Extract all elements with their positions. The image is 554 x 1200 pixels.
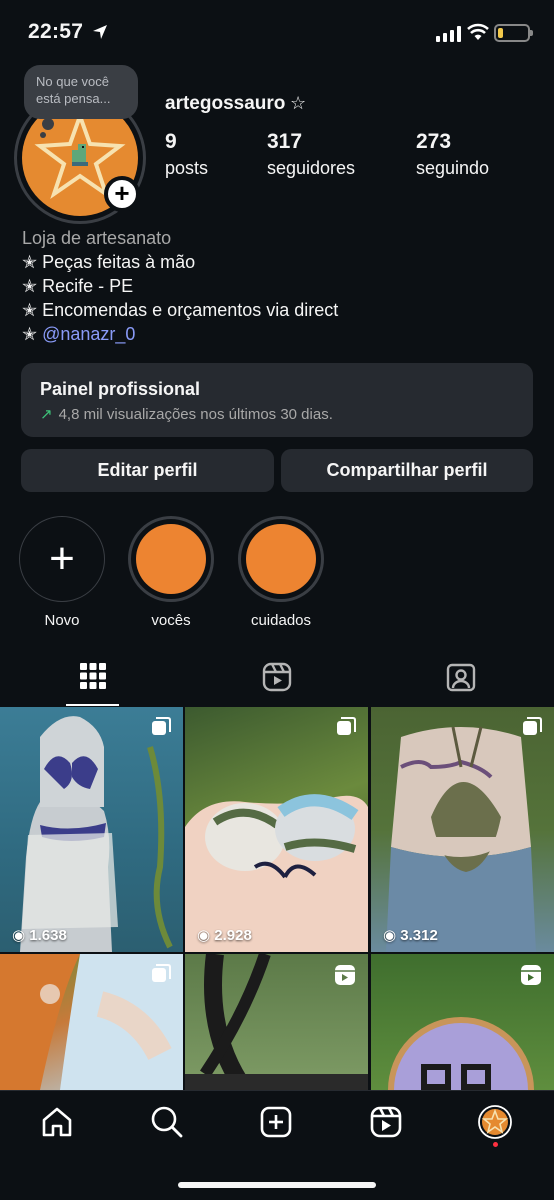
bio-line: ✭ Peças feitas à mão bbox=[22, 250, 338, 274]
bio-line-text: Peças feitas à mão bbox=[42, 252, 196, 272]
post-views-count: 2.928 bbox=[214, 927, 252, 944]
post-views-count: 1.638 bbox=[29, 927, 67, 944]
note-bubble[interactable]: No que você está pensa... bbox=[24, 65, 138, 119]
wifi-icon bbox=[467, 23, 489, 40]
carousel-icon bbox=[337, 717, 356, 735]
grid-post[interactable] bbox=[0, 954, 183, 1090]
home-indicator bbox=[178, 1182, 376, 1188]
stat-posts-label: posts bbox=[165, 158, 209, 178]
highlight-cover bbox=[136, 524, 206, 594]
post-views: ◉ 1.638 bbox=[12, 927, 67, 944]
carousel-icon bbox=[523, 717, 542, 735]
create-post-icon[interactable] bbox=[259, 1105, 293, 1139]
profile-bio: Loja de artesanato ✭ Peças feitas à mão … bbox=[22, 226, 338, 346]
profile-tabs bbox=[0, 650, 554, 706]
cellular-signal-icon bbox=[436, 26, 461, 42]
post-views: ◉ 3.312 bbox=[383, 927, 438, 944]
edit-profile-button[interactable]: Editar perfil bbox=[21, 449, 274, 492]
reels-nav-icon[interactable] bbox=[369, 1105, 403, 1139]
highlight-new[interactable]: + Novo bbox=[19, 516, 105, 629]
trend-up-arrow-icon: ↗ bbox=[40, 406, 53, 423]
grid-post[interactable] bbox=[371, 954, 554, 1090]
highlight-label: vocês bbox=[151, 612, 191, 629]
note-text: No que você está pensa... bbox=[36, 74, 111, 106]
grid-post[interactable]: ◉ 1.638 bbox=[0, 707, 183, 952]
battery-icon bbox=[494, 24, 533, 42]
post-thumbnail-crochet-booties-icon bbox=[185, 794, 368, 952]
grid-post[interactable] bbox=[185, 954, 368, 1090]
note-bubble-tail bbox=[42, 118, 54, 130]
highlight-label: cuidados bbox=[250, 612, 312, 629]
stat-followers[interactable]: 317 seguidores bbox=[267, 130, 355, 179]
bio-line-text: Encomendas e orçamentos via direct bbox=[42, 300, 339, 320]
profile-avatar-icon[interactable] bbox=[478, 1105, 512, 1139]
stat-followers-count: 317 bbox=[267, 130, 303, 153]
highlight-ring bbox=[128, 516, 214, 602]
bio-line: ✭ Encomendas e orçamentos via direct bbox=[22, 298, 338, 322]
post-thumbnail-crochet-bag-icon bbox=[386, 726, 536, 952]
highlight-label: Novo bbox=[44, 612, 80, 629]
dashboard-subtitle: 4,8 mil visualizações nos últimos 30 dia… bbox=[58, 406, 333, 423]
grid-post[interactable]: ◉ 2.928 bbox=[185, 707, 368, 952]
username-star-icon: ☆ bbox=[290, 93, 307, 113]
status-time: 22:57 bbox=[28, 20, 84, 43]
post-thumbnail-crochet-top-icon bbox=[20, 716, 173, 952]
tagged-tab-icon[interactable] bbox=[446, 662, 476, 692]
notification-dot bbox=[493, 1142, 498, 1147]
bio-mention-link[interactable]: @nanazr_0 bbox=[42, 324, 135, 344]
stat-posts[interactable]: 9 posts bbox=[165, 130, 208, 179]
carousel-icon bbox=[152, 964, 171, 982]
reels-tab-icon[interactable] bbox=[262, 662, 292, 692]
carousel-icon bbox=[152, 717, 171, 735]
post-views: ◉ 2.928 bbox=[197, 927, 252, 944]
stat-following-label: seguindo bbox=[416, 158, 490, 178]
highlight-cover bbox=[246, 524, 316, 594]
bio-category: Loja de artesanato bbox=[22, 228, 172, 248]
professional-dashboard-card[interactable]: Painel profissional ↗ 4,8 mil visualizaçõ… bbox=[21, 363, 533, 437]
highlight-voces[interactable]: vocês bbox=[128, 516, 214, 629]
profile-username: artegossauro bbox=[165, 93, 286, 114]
dashboard-title: Painel profissional bbox=[40, 379, 201, 399]
add-story-button[interactable]: + bbox=[104, 176, 140, 212]
bio-bullet-icon: ✭ bbox=[22, 252, 38, 272]
grid-posts-icon[interactable] bbox=[79, 662, 107, 690]
bio-line: ✭ Recife - PE bbox=[22, 274, 338, 298]
active-tab-indicator bbox=[66, 704, 119, 706]
stat-followers-label: seguidores bbox=[267, 158, 356, 178]
bio-bullet-icon: ✭ bbox=[22, 300, 38, 320]
grid-post[interactable]: ◉ 3.312 bbox=[371, 707, 554, 952]
stat-following[interactable]: 273 seguindo bbox=[416, 130, 489, 179]
highlight-cuidados[interactable]: cuidados bbox=[238, 516, 324, 629]
dashboard-subtitle-row: ↗ 4,8 mil visualizações nos últimos 30 di… bbox=[40, 405, 514, 423]
bio-line-text: Recife - PE bbox=[42, 276, 134, 296]
reel-icon bbox=[335, 965, 355, 985]
reel-icon bbox=[521, 965, 541, 985]
plus-icon: + bbox=[49, 534, 75, 583]
stat-following-count: 273 bbox=[416, 130, 452, 153]
post-views-count: 3.312 bbox=[400, 927, 438, 944]
bio-bullet-icon: ✭ bbox=[22, 276, 38, 296]
bio-bullet-icon: ✭ bbox=[22, 324, 38, 344]
highlight-ring bbox=[238, 516, 324, 602]
note-bubble-tail-small bbox=[40, 132, 46, 138]
home-icon[interactable] bbox=[40, 1105, 74, 1139]
stat-posts-count: 9 bbox=[165, 130, 177, 153]
highlight-new-ring: + bbox=[19, 516, 105, 602]
location-arrow-icon bbox=[93, 25, 107, 39]
bio-line: ✭ @nanazr_0 bbox=[22, 322, 338, 346]
status-bar: 22:57 bbox=[0, 0, 554, 62]
search-icon[interactable] bbox=[150, 1105, 184, 1139]
share-profile-button[interactable]: Compartilhar perfil bbox=[281, 449, 533, 492]
